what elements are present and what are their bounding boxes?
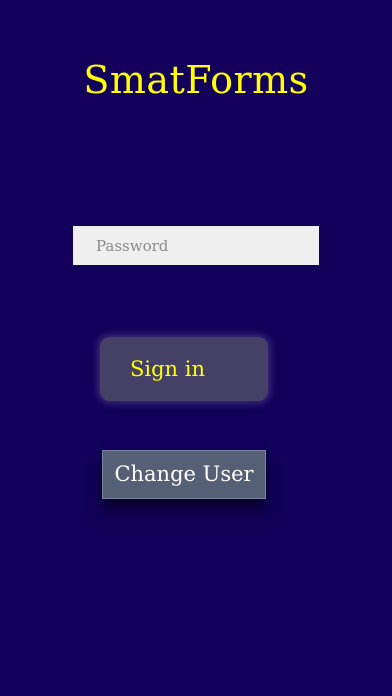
sign-in-button[interactable]: Sign in (100, 337, 268, 401)
app-title: SmatForms (83, 58, 309, 102)
change-user-button[interactable]: Change User (102, 450, 266, 499)
password-field[interactable] (73, 226, 319, 265)
